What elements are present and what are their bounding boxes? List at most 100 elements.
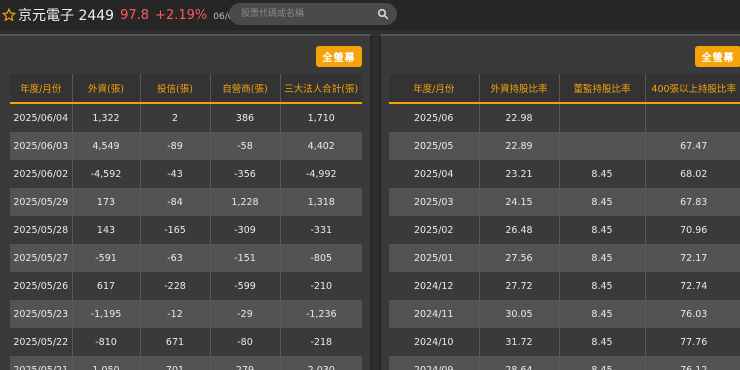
column-header[interactable]: 投信(張) bbox=[140, 74, 211, 104]
table-cell: 2024/11 bbox=[389, 300, 480, 328]
table-cell: 8.45 bbox=[559, 272, 646, 300]
column-header[interactable]: 外資(張) bbox=[72, 74, 141, 104]
table-cell: -309 bbox=[210, 216, 281, 244]
table-cell: 2025/06/02 bbox=[10, 160, 73, 188]
table-cell: 2025/01 bbox=[389, 244, 480, 272]
table-cell: 1,322 bbox=[72, 103, 141, 132]
table-cell: -1,195 bbox=[72, 300, 141, 328]
table-cell: 1,228 bbox=[210, 188, 281, 216]
table-cell: 23.21 bbox=[479, 160, 560, 188]
table-cell bbox=[645, 103, 740, 132]
table-row: 2024/10 31.72 8.45 77.76 bbox=[389, 328, 740, 356]
table-cell: 2024/10 bbox=[389, 328, 480, 356]
search-input[interactable] bbox=[239, 8, 373, 20]
fullscreen-button[interactable]: 全螢幕 bbox=[695, 46, 740, 67]
table-cell: 4,402 bbox=[280, 132, 362, 160]
column-header[interactable]: 三大法人合計(張) bbox=[280, 74, 362, 104]
table-cell: -356 bbox=[210, 160, 281, 188]
table-cell: 1,318 bbox=[280, 188, 362, 216]
column-header[interactable]: 400張以上持股比率 bbox=[645, 74, 740, 104]
table-cell bbox=[559, 132, 646, 160]
table-row: 2025/05/23 -1,195 -12 -29 -1,236 bbox=[10, 300, 362, 328]
table-cell: -331 bbox=[280, 216, 362, 244]
table-cell: -599 bbox=[210, 272, 281, 300]
table-cell: -591 bbox=[72, 244, 141, 272]
table-row: 2025/01 27.56 8.45 72.17 bbox=[389, 244, 740, 272]
table-cell: 72.74 bbox=[645, 272, 740, 300]
table-row: 2025/05/28 143 -165 -309 -331 bbox=[10, 216, 362, 244]
table-cell: -29 bbox=[210, 300, 281, 328]
table-cell: -228 bbox=[140, 272, 211, 300]
table-cell: 8.45 bbox=[559, 216, 646, 244]
table-cell: 24.15 bbox=[479, 188, 560, 216]
table-cell: 2025/05/23 bbox=[10, 300, 73, 328]
table-cell: 27.56 bbox=[479, 244, 560, 272]
column-header[interactable]: 年度/月份 bbox=[10, 74, 73, 104]
price-change: +2.19% bbox=[155, 7, 208, 23]
column-header[interactable]: 年度/月份 bbox=[389, 74, 480, 104]
table-cell: -805 bbox=[280, 244, 362, 272]
search-box bbox=[229, 3, 397, 25]
table-cell: -63 bbox=[140, 244, 211, 272]
table-cell: -1,236 bbox=[280, 300, 362, 328]
table-cell: 72.17 bbox=[645, 244, 740, 272]
table-cell: 671 bbox=[140, 328, 211, 356]
table-cell: -165 bbox=[140, 216, 211, 244]
table-cell: 27.72 bbox=[479, 272, 560, 300]
table-cell: 2 bbox=[140, 103, 211, 132]
table-row: 2025/04 23.21 8.45 68.02 bbox=[389, 160, 740, 188]
institutional-trading-table: 年度/月份 外資(張) 投信(張) 自營商(張) 三大法人合計(張) 2025/… bbox=[10, 74, 362, 370]
table-row: 2025/06/04 1,322 2 386 1,710 bbox=[10, 103, 362, 132]
table-cell: 67.83 bbox=[645, 188, 740, 216]
table-cell: 2024/12 bbox=[389, 272, 480, 300]
table-cell: -43 bbox=[140, 160, 211, 188]
table-cell: -4,992 bbox=[280, 160, 362, 188]
table-cell: 68.02 bbox=[645, 160, 740, 188]
table-header-row: 年度/月份 外資持股比率 董監持股比率 400張以上持股比率 bbox=[389, 74, 740, 104]
table-cell: 8.45 bbox=[559, 160, 646, 188]
table-cell: -218 bbox=[280, 328, 362, 356]
table-cell: -810 bbox=[72, 328, 141, 356]
table-cell: 2025/05/29 bbox=[10, 188, 73, 216]
table-row: 2024/12 27.72 8.45 72.74 bbox=[389, 272, 740, 300]
table-row: 2025/03 24.15 8.45 67.83 bbox=[389, 188, 740, 216]
stock-price: 97.8 bbox=[120, 7, 150, 23]
search-icon[interactable] bbox=[377, 8, 389, 20]
table-cell: 2025/05/26 bbox=[10, 272, 73, 300]
table-cell: 76.03 bbox=[645, 300, 740, 328]
table-cell: 8.45 bbox=[559, 244, 646, 272]
table-cell: 67.47 bbox=[645, 132, 740, 160]
table-cell: 2025/04 bbox=[389, 160, 480, 188]
column-header[interactable]: 董監持股比率 bbox=[559, 74, 646, 104]
table-cell: 22.89 bbox=[479, 132, 560, 160]
table-cell: 2025/02 bbox=[389, 216, 480, 244]
table-cell: 4,549 bbox=[72, 132, 141, 160]
table-cell: -89 bbox=[140, 132, 211, 160]
table-row: 2025/06/02 -4,592 -43 -356 -4,992 bbox=[10, 160, 362, 188]
table-cell: 143 bbox=[72, 216, 141, 244]
table-cell: 8.45 bbox=[559, 188, 646, 216]
table-row: 2025/02 26.48 8.45 70.96 bbox=[389, 216, 740, 244]
star-icon[interactable] bbox=[2, 8, 16, 22]
table-cell: 31.72 bbox=[479, 328, 560, 356]
column-header[interactable]: 自營商(張) bbox=[210, 74, 281, 104]
table-cell: 8.45 bbox=[559, 328, 646, 356]
table-cell: 26.48 bbox=[479, 216, 560, 244]
table-cell: 2025/06 bbox=[389, 103, 480, 132]
table-cell: 2025/05 bbox=[389, 132, 480, 160]
table-cell: 2025/05/22 bbox=[10, 328, 73, 356]
table-cell: 2025/06/03 bbox=[10, 132, 73, 160]
column-header[interactable]: 外資持股比率 bbox=[479, 74, 560, 104]
table-cell: -151 bbox=[210, 244, 281, 272]
table-cell: -80 bbox=[210, 328, 281, 356]
fullscreen-button[interactable]: 全螢幕 bbox=[316, 46, 362, 67]
table-cell: 8.45 bbox=[559, 300, 646, 328]
table-cell: 386 bbox=[210, 103, 281, 132]
table-cell: -58 bbox=[210, 132, 281, 160]
table-cell: -4,592 bbox=[72, 160, 141, 188]
shareholding-ratio-table: 年度/月份 外資持股比率 董監持股比率 400張以上持股比率 2025/06 2… bbox=[389, 74, 740, 370]
table-cell: 70.96 bbox=[645, 216, 740, 244]
table-header-row: 年度/月份 外資(張) 投信(張) 自營商(張) 三大法人合計(張) bbox=[10, 74, 362, 104]
table-cell: 22.98 bbox=[479, 103, 560, 132]
table-cell: -84 bbox=[140, 188, 211, 216]
